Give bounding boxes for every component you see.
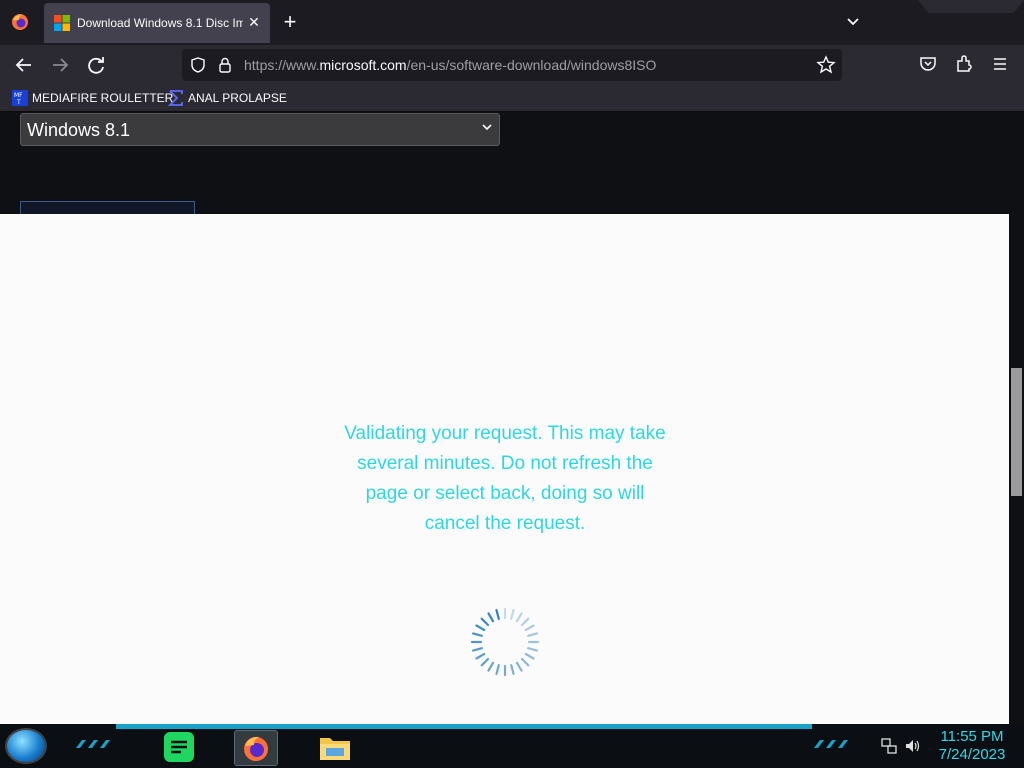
tab-close-icon[interactable]: ✕ — [243, 11, 265, 33]
clock-date: 7/24/2023 — [938, 746, 1006, 763]
select-value: Windows 8.1 — [27, 120, 131, 140]
loading-overlay: Validating your request. This may take s… — [0, 214, 1009, 724]
star-icon[interactable] — [816, 55, 836, 75]
validation-message: Validating your request. This may take s… — [344, 423, 666, 534]
chevron-down-icon[interactable] — [840, 10, 866, 34]
system-clock[interactable]: 11:55 PM 7/24/2023 — [930, 728, 1014, 764]
taskbar-firefox-button[interactable] — [234, 730, 278, 766]
spotify-icon[interactable] — [158, 730, 200, 764]
loading-spinner-icon — [470, 607, 540, 677]
pocket-icon[interactable] — [918, 54, 938, 74]
url-prefix: https://www. — [244, 57, 320, 73]
hamburger-menu-icon[interactable] — [990, 54, 1010, 74]
url-bar[interactable]: https://www.microsoft.com/en-us/software… — [182, 49, 842, 81]
bookmark-label: ANAL PROLAPSE — [188, 91, 287, 105]
sigma-icon — [168, 90, 183, 106]
tab-active[interactable]: Download Windows 8.1 Disc Im ✕ — [44, 3, 270, 43]
mediafire-icon: MF T — [12, 90, 28, 106]
taskbar — [0, 724, 1024, 768]
navigation-bar: https://www.microsoft.com/en-us/software… — [0, 45, 1024, 85]
lock-icon[interactable] — [217, 56, 233, 74]
url-domain: microsoft.com — [319, 57, 407, 73]
firefox-view-icon[interactable] — [10, 12, 30, 32]
file-explorer-icon[interactable] — [314, 730, 356, 764]
svg-text:MF: MF — [14, 92, 23, 99]
new-tab-button[interactable]: + — [278, 10, 302, 34]
chevron-down-icon — [482, 124, 492, 131]
back-arrow-icon[interactable] — [10, 51, 38, 79]
taskbar-accent — [116, 724, 812, 729]
edition-select[interactable]: Windows 8.1 — [20, 113, 500, 146]
reload-icon[interactable] — [82, 51, 110, 79]
tab-strip: Download Windows 8.1 Disc Im ✕ + — [0, 0, 1024, 45]
scrollbar-thumb[interactable] — [1011, 368, 1022, 496]
network-icon[interactable] — [880, 737, 898, 755]
taskbar-decoration-left — [76, 740, 110, 748]
bookmark-label: MEDIAFIRE ROULETTER — [32, 91, 174, 105]
volume-icon[interactable] — [904, 737, 922, 755]
page-content: Windows 8.1 Validating your request. Thi… — [0, 112, 1009, 724]
extensions-icon[interactable] — [954, 54, 974, 74]
shield-icon[interactable] — [189, 56, 207, 74]
clock-time: 11:55 PM — [940, 728, 1004, 745]
tab-title: Download Windows 8.1 Disc Im — [77, 16, 243, 30]
start-orb-icon[interactable] — [7, 730, 45, 762]
url-text[interactable]: https://www.microsoft.com/en-us/software… — [244, 57, 656, 73]
window-decoration — [918, 0, 1024, 13]
forward-arrow-icon[interactable] — [46, 51, 74, 79]
svg-text:T: T — [16, 99, 21, 106]
firefox-icon — [244, 736, 268, 761]
bookmarks-toolbar: MF T MEDIAFIRE ROULETTER ANAL PROLAPSE — [0, 85, 1024, 112]
taskbar-decoration-right — [814, 740, 848, 748]
microsoft-logo-icon — [54, 15, 70, 31]
url-path: /en-us/software-download/windows8ISO — [406, 57, 657, 73]
